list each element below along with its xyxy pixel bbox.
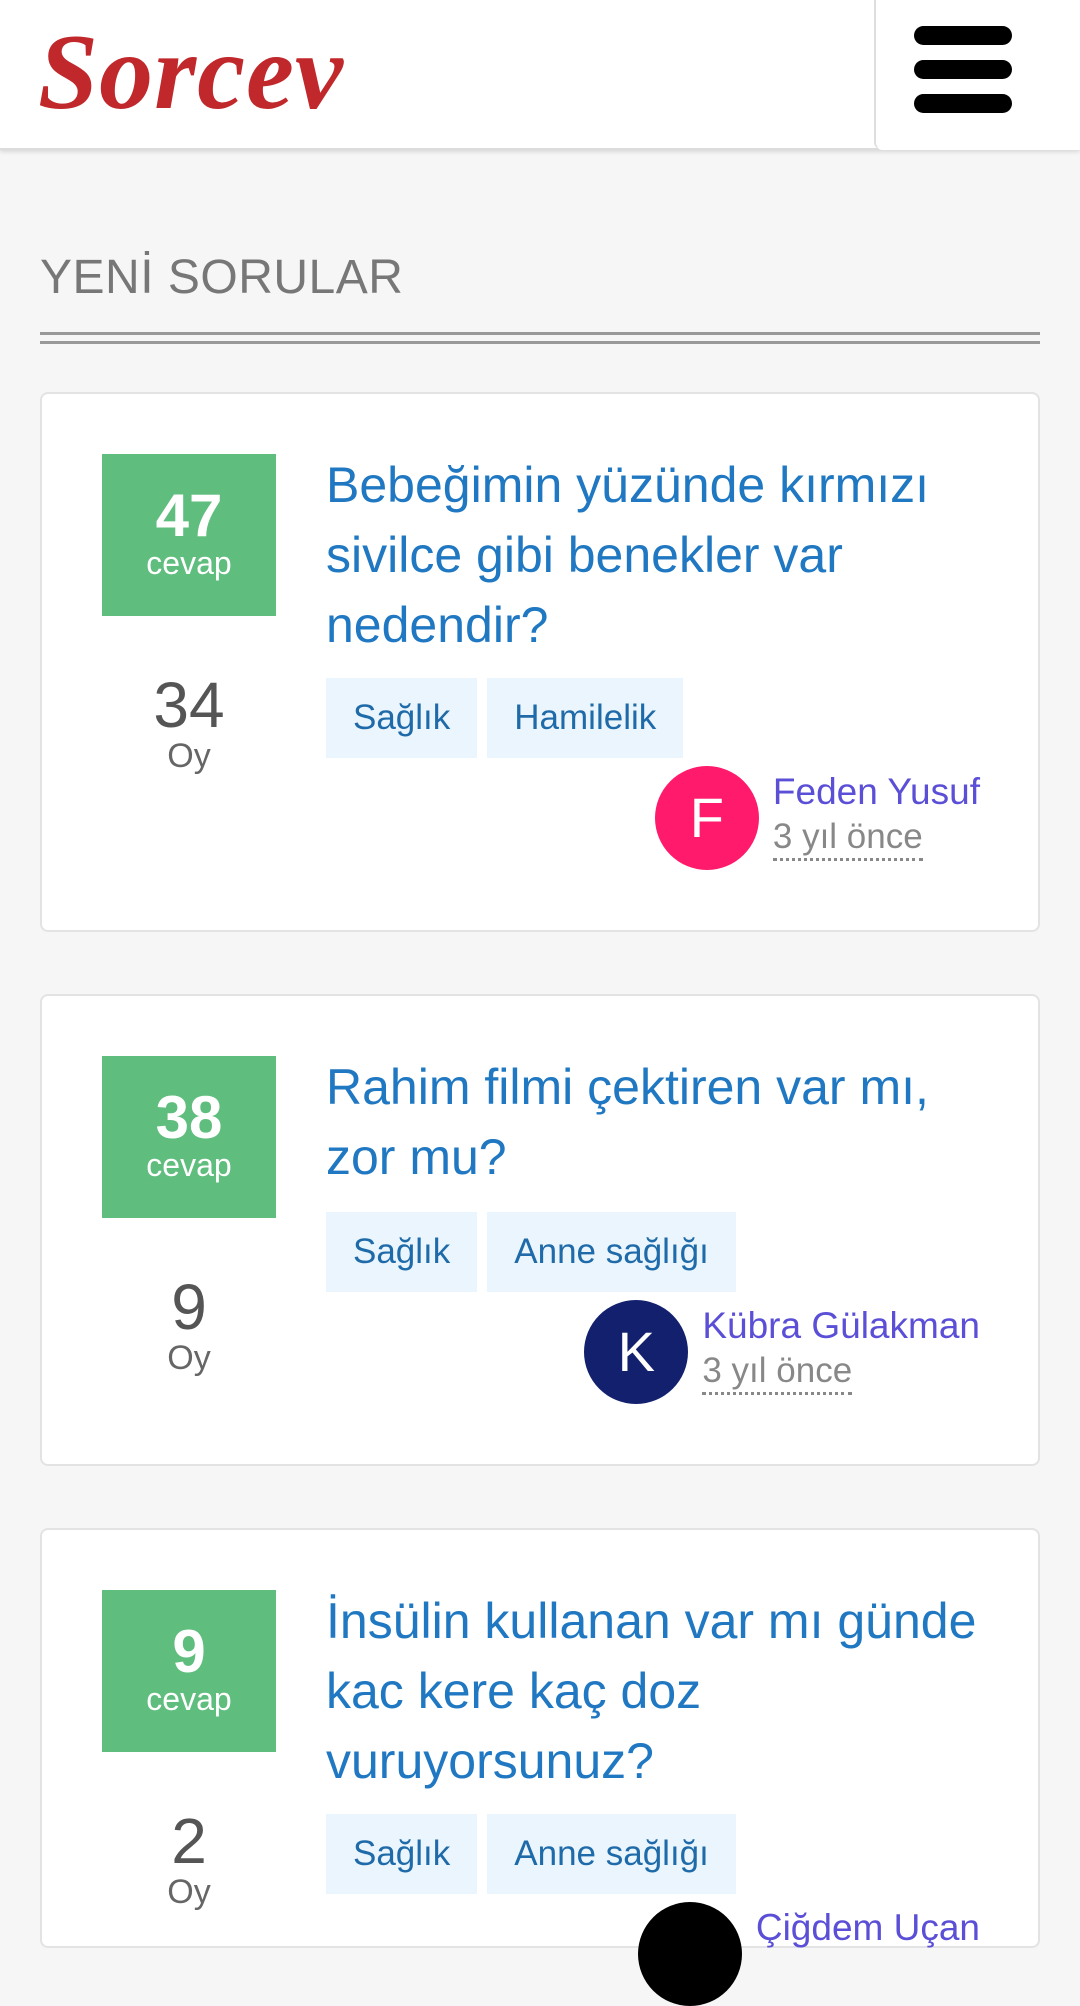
answers-count-box: 9 cevap	[102, 1590, 276, 1752]
tag-link[interactable]: Sağlık	[326, 1212, 478, 1292]
answers-count: 47	[155, 482, 223, 549]
votes-count: 9	[171, 1271, 207, 1343]
hamburger-menu-button[interactable]	[874, 0, 1080, 150]
votes-box: 34 Oy	[102, 672, 276, 774]
votes-label: Oy	[167, 1873, 211, 1911]
author-name-link[interactable]: Kübra Gülakman	[702, 1302, 980, 1350]
question-card: 9 cevap 2 Oy İnsülin kullanan var mı gün…	[40, 1528, 1040, 2006]
section-title: YENİ SORULAR	[40, 251, 404, 304]
answers-count-box: 38 cevap	[102, 1056, 276, 1218]
answers-label: cevap	[146, 1681, 232, 1717]
question-card: 38 cevap 9 Oy Rahim filmi çektiren var m…	[40, 994, 1040, 1466]
tag-link[interactable]: Anne sağlığı	[487, 1814, 736, 1894]
question-card: 47 cevap 34 Oy Bebeğimin yüzünde kırmızı…	[40, 392, 1040, 932]
answers-label: cevap	[146, 1147, 232, 1183]
votes-box: 9 Oy	[102, 1274, 276, 1376]
answers-count: 9	[172, 1618, 206, 1685]
answers-label: cevap	[146, 545, 232, 581]
tag-link[interactable]: Sağlık	[326, 1814, 478, 1894]
author-block: F Feden Yusuf 3 yıl önce	[654, 766, 980, 870]
tag-list: Sağlık Anne sağlığı	[326, 1212, 736, 1292]
author-avatar[interactable]: K	[584, 1300, 689, 1404]
tag-link[interactable]: Hamilelik	[487, 678, 684, 758]
top-bar: Sorcev	[0, 0, 1080, 150]
tag-list: Sağlık Anne sağlığı	[326, 1814, 736, 1894]
question-title-link[interactable]: İnsülin kullanan var mı günde kac kere k…	[326, 1586, 1006, 1796]
author-block: Çiğdem Uçan	[637, 1902, 980, 2006]
votes-count: 2	[171, 1805, 207, 1877]
answers-count-box: 47 cevap	[102, 454, 276, 616]
votes-label: Oy	[167, 1339, 211, 1377]
author-name-link[interactable]: Feden Yusuf	[773, 768, 980, 816]
tag-link[interactable]: Sağlık	[326, 678, 478, 758]
author-block: K Kübra Gülakman 3 yıl önce	[584, 1300, 980, 1404]
author-avatar[interactable]	[637, 1902, 742, 2006]
section-divider	[40, 332, 1040, 344]
question-title-link[interactable]: Rahim filmi çektiren var mı, zor mu?	[326, 1052, 1006, 1192]
post-time: 3 yıl önce	[772, 816, 923, 861]
answers-count: 38	[155, 1084, 223, 1151]
votes-label: Oy	[167, 737, 211, 775]
author-name-link[interactable]: Çiğdem Uçan	[756, 1904, 980, 1952]
author-avatar[interactable]: F	[654, 766, 759, 870]
post-time: 3 yıl önce	[702, 1350, 853, 1395]
question-title-link[interactable]: Bebeğimin yüzünde kırmızı sivilce gibi b…	[326, 450, 1006, 660]
votes-box: 2 Oy	[102, 1808, 276, 1910]
votes-count: 34	[153, 669, 225, 741]
site-logo[interactable]: Sorcev	[38, 8, 344, 138]
tag-link[interactable]: Anne sağlığı	[487, 1212, 736, 1292]
tag-list: Sağlık Hamilelik	[326, 678, 684, 758]
